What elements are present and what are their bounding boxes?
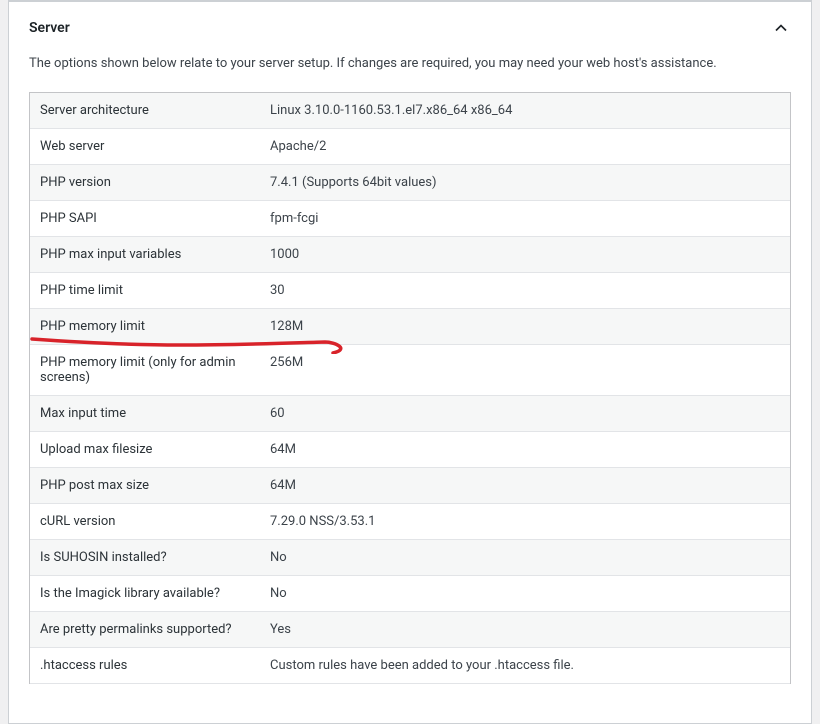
table-row: Is SUHOSIN installed? No xyxy=(30,540,790,576)
server-info-table: Server architecture Linux 3.10.0-1160.53… xyxy=(29,92,791,684)
section-header-toggle[interactable]: Server xyxy=(9,2,811,54)
table-row: cURL version 7.29.0 NSS/3.53.1 xyxy=(30,504,790,540)
row-label: PHP time limit xyxy=(30,273,260,308)
table-row: Are pretty permalinks supported? Yes xyxy=(30,612,790,648)
table-row: PHP time limit 30 xyxy=(30,273,790,309)
table-row: PHP post max size 64M xyxy=(30,468,790,504)
row-label: PHP memory limit xyxy=(30,309,260,344)
row-label: PHP version xyxy=(30,165,260,200)
table-row: PHP SAPI fpm-fcgi xyxy=(30,201,790,237)
row-value: 1000 xyxy=(260,237,790,272)
row-value: 60 xyxy=(260,396,790,431)
table-row: Upload max filesize 64M xyxy=(30,432,790,468)
table-row: .htaccess rules Custom rules have been a… xyxy=(30,648,790,684)
row-label: Max input time xyxy=(30,396,260,431)
table-row: PHP memory limit 128M xyxy=(30,309,790,345)
row-value: 128M xyxy=(260,309,790,344)
row-label: cURL version xyxy=(30,504,260,539)
row-value: 256M xyxy=(260,345,790,395)
row-label: Server architecture xyxy=(30,93,260,128)
row-value: 64M xyxy=(260,468,790,503)
section-title: Server xyxy=(29,20,70,36)
row-label: PHP post max size xyxy=(30,468,260,503)
row-value: Custom rules have been added to your .ht… xyxy=(260,648,790,683)
row-label: Web server xyxy=(30,129,260,164)
row-label: Are pretty permalinks supported? xyxy=(30,612,260,647)
row-value: No xyxy=(260,540,790,575)
chevron-up-icon xyxy=(771,18,791,38)
table-row: Server architecture Linux 3.10.0-1160.53… xyxy=(30,93,790,129)
row-value: Apache/2 xyxy=(260,129,790,164)
row-value: 64M xyxy=(260,432,790,467)
row-label: Upload max filesize xyxy=(30,432,260,467)
table-row: PHP memory limit (only for admin screens… xyxy=(30,345,790,396)
row-value: 30 xyxy=(260,273,790,308)
row-value: 7.4.1 (Supports 64bit values) xyxy=(260,165,790,200)
server-panel: Server The options shown below relate to… xyxy=(8,0,812,724)
table-row: Max input time 60 xyxy=(30,396,790,432)
row-label: .htaccess rules xyxy=(30,648,260,683)
row-value: Linux 3.10.0-1160.53.1.el7.x86_64 x86_64 xyxy=(260,93,790,128)
table-row: Web server Apache/2 xyxy=(30,129,790,165)
table-row: PHP max input variables 1000 xyxy=(30,237,790,273)
row-value: 7.29.0 NSS/3.53.1 xyxy=(260,504,790,539)
row-value: No xyxy=(260,576,790,611)
row-value: Yes xyxy=(260,612,790,647)
row-label: PHP SAPI xyxy=(30,201,260,236)
row-label: Is SUHOSIN installed? xyxy=(30,540,260,575)
section-description: The options shown below relate to your s… xyxy=(9,54,811,92)
row-label: PHP memory limit (only for admin screens… xyxy=(30,345,260,395)
row-label: Is the Imagick library available? xyxy=(30,576,260,611)
table-row: PHP version 7.4.1 (Supports 64bit values… xyxy=(30,165,790,201)
table-row: Is the Imagick library available? No xyxy=(30,576,790,612)
row-value: fpm-fcgi xyxy=(260,201,790,236)
row-label: PHP max input variables xyxy=(30,237,260,272)
